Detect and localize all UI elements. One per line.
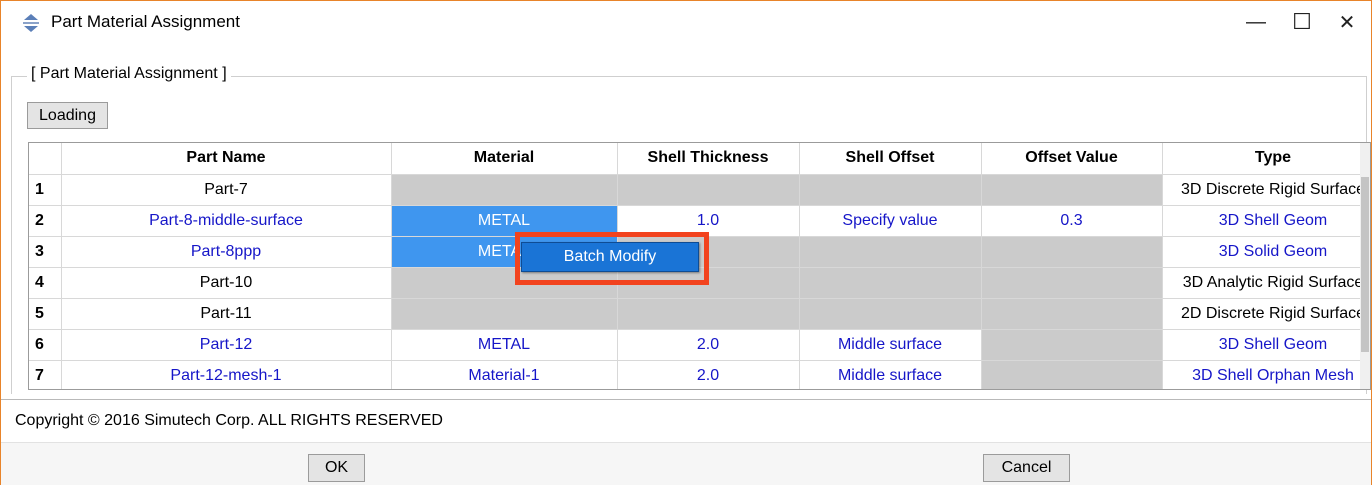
scrollbar-thumb[interactable] [1361, 177, 1369, 352]
cell-offset-value[interactable]: 0.3 [981, 205, 1163, 237]
cell-part-name[interactable]: Part-11 [61, 298, 392, 330]
cell-part-name[interactable]: Part-12 [61, 329, 392, 361]
table-row[interactable]: 1 Part-7 3D Discrete Rigid Surface [29, 174, 1370, 206]
column-header-shell-thickness[interactable]: Shell Thickness [617, 143, 800, 175]
cell-offset-value[interactable] [981, 298, 1163, 330]
cell-index[interactable]: 7 [29, 360, 62, 389]
cell-shell-offset[interactable] [799, 298, 982, 330]
cell-material[interactable] [391, 298, 618, 330]
table-row[interactable]: 6 Part-12 METAL 2.0 Middle surface 3D Shell G… [29, 329, 1370, 361]
cell-index[interactable]: 1 [29, 174, 62, 206]
table-row[interactable]: 7 Part-12-mesh-1 Material-1 2.0 Middle surfa… [29, 360, 1370, 389]
copyright-text: Copyright © 2016 Simutech Corp. ALL RIGH… [15, 412, 443, 429]
cell-type[interactable]: 3D Analytic Rigid Surface [1162, 267, 1370, 299]
cell-shell-thickness[interactable] [617, 298, 800, 330]
cell-type[interactable]: 2D Discrete Rigid Surface [1162, 298, 1370, 330]
cell-part-name[interactable]: Part-10 [61, 267, 392, 299]
column-header-offset-value[interactable]: Offset Value [981, 143, 1163, 175]
minimize-icon: — [1246, 10, 1266, 33]
cell-part-name[interactable]: Part-7 [61, 174, 392, 206]
column-header-index[interactable] [29, 143, 62, 175]
header-row: Part Name Material Shell Thickness Shell… [29, 143, 1370, 175]
cell-offset-value[interactable] [981, 267, 1163, 299]
cell-material[interactable]: METAL [391, 329, 618, 361]
cell-index[interactable]: 4 [29, 267, 62, 299]
group-label: [ Part Material Assignment ] [27, 65, 231, 83]
table-row[interactable]: 5 Part-11 2D Discrete Rigid Surface [29, 298, 1370, 330]
cell-part-name[interactable]: Part-8-middle-surface [61, 205, 392, 237]
cell-type[interactable]: 3D Solid Geom [1162, 236, 1370, 268]
cancel-button[interactable]: Cancel [983, 454, 1070, 482]
cell-offset-value[interactable] [981, 360, 1163, 389]
cell-offset-value[interactable] [981, 174, 1163, 206]
cell-shell-thickness[interactable]: 2.0 [617, 360, 800, 389]
cell-shell-offset[interactable] [799, 236, 982, 268]
cell-shell-offset[interactable]: Middle surface [799, 360, 982, 389]
title-bar[interactable]: Part Material Assignment — ☐ ✕ [1, 1, 1371, 43]
cell-material[interactable]: Material-1 [391, 360, 618, 389]
column-header-part-name[interactable]: Part Name [61, 143, 392, 175]
cell-type[interactable]: 3D Discrete Rigid Surface [1162, 174, 1370, 206]
cell-shell-thickness[interactable]: 2.0 [617, 329, 800, 361]
maximize-button[interactable]: ☐ [1279, 1, 1325, 43]
separator [1, 399, 1371, 400]
cell-part-name[interactable]: Part-8ppp [61, 236, 392, 268]
batch-modify-menu-item[interactable]: Batch Modify [521, 242, 699, 272]
button-bar [1, 442, 1371, 485]
cell-index[interactable]: 3 [29, 236, 62, 268]
column-header-type[interactable]: Type [1162, 143, 1370, 175]
cell-shell-offset[interactable]: Middle surface [799, 329, 982, 361]
maximize-icon: ☐ [1292, 9, 1312, 34]
app-icon [23, 14, 39, 32]
cell-material[interactable] [391, 174, 618, 206]
cell-type[interactable]: 3D Shell Geom [1162, 205, 1370, 237]
close-icon: ✕ [1338, 11, 1356, 34]
loading-button[interactable]: Loading [27, 102, 108, 129]
ok-button[interactable]: OK [308, 454, 365, 482]
cell-offset-value[interactable] [981, 329, 1163, 361]
minimize-button[interactable]: — [1233, 1, 1279, 43]
cell-type[interactable]: 3D Shell Orphan Mesh [1162, 360, 1370, 389]
part-material-assignment-window: Part Material Assignment — ☐ ✕ [ Part Ma… [0, 0, 1372, 485]
window-title: Part Material Assignment [51, 12, 240, 31]
cell-shell-thickness[interactable] [617, 174, 800, 206]
cell-index[interactable]: 5 [29, 298, 62, 330]
cell-shell-offset[interactable]: Specify value [799, 205, 982, 237]
cell-shell-offset[interactable] [799, 267, 982, 299]
column-header-material[interactable]: Material [391, 143, 618, 175]
column-header-shell-offset[interactable]: Shell Offset [799, 143, 982, 175]
vertical-scrollbar[interactable] [1360, 143, 1370, 389]
cell-index[interactable]: 2 [29, 205, 62, 237]
cell-type[interactable]: 3D Shell Geom [1162, 329, 1370, 361]
cell-shell-offset[interactable] [799, 174, 982, 206]
close-button[interactable]: ✕ [1324, 1, 1370, 43]
cell-index[interactable]: 6 [29, 329, 62, 361]
cell-offset-value[interactable] [981, 236, 1163, 268]
cell-part-name[interactable]: Part-12-mesh-1 [61, 360, 392, 389]
